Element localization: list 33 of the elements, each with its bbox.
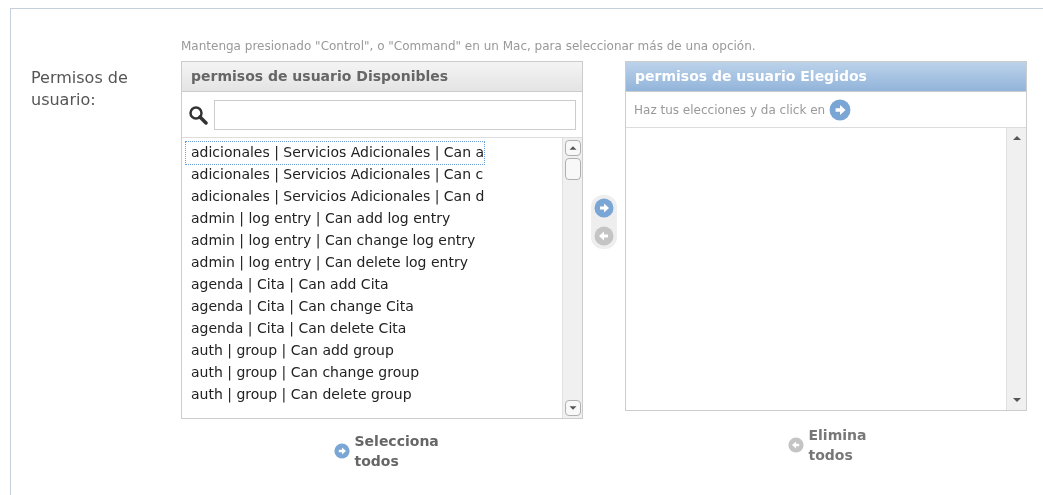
search-field[interactable] xyxy=(214,99,576,130)
help-text: Mantenga presionado "Control", o "Command" en un Mac, para seleccionar más de una opción. xyxy=(181,38,757,55)
chosen-help-text: Haz tus elecciones y da click en xyxy=(634,101,826,119)
permission-option[interactable]: adicionales | Servicios Adicionales | Can a xyxy=(186,142,485,164)
remove-button[interactable] xyxy=(594,226,614,246)
panel-title: permisos de usuario Elegidos xyxy=(626,62,1026,92)
permission-option[interactable]: auth | group | Can change group xyxy=(186,362,420,384)
permission-option[interactable]: adicionales | Servicios Adicionales | Can c xyxy=(186,164,484,186)
arrow-right-icon xyxy=(333,443,350,459)
permission-option[interactable]: agenda | Cita | Can delete Cita xyxy=(186,318,407,340)
scroll-down-icon[interactable] xyxy=(564,400,581,416)
remove-all-link[interactable]: Elimina todos xyxy=(787,425,889,465)
permission-option[interactable]: auth | group | Can delete group xyxy=(186,384,412,406)
permission-option[interactable]: agenda | Cita | Can change Cita xyxy=(186,296,414,318)
select-all-link[interactable]: Selecciona todos xyxy=(333,431,465,471)
arrow-right-icon xyxy=(829,98,852,121)
panel-title: permisos de usuario Disponibles xyxy=(182,62,582,92)
permission-option[interactable]: auth | group | Can add group xyxy=(186,340,394,362)
arrow-right-icon xyxy=(594,198,614,218)
field-label: Permisos de usuario: xyxy=(31,67,129,111)
permission-option[interactable]: agenda | Cita | Can add Cita xyxy=(186,274,389,296)
add-button[interactable] xyxy=(594,198,614,218)
search-icon xyxy=(188,104,208,125)
scroll-up-icon[interactable] xyxy=(564,140,581,156)
arrow-left-icon xyxy=(594,226,614,246)
scrollbar[interactable] xyxy=(1006,128,1026,410)
arrow-left-icon xyxy=(787,437,804,453)
scroll-thumb[interactable] xyxy=(564,158,581,180)
permission-option[interactable]: admin | log entry | Can change log entry xyxy=(186,230,476,252)
permission-option[interactable]: admin | log entry | Can delete log entry xyxy=(186,252,468,274)
permission-option[interactable]: adicionales | Servicios Adicionales | Can d xyxy=(186,186,485,208)
scrollbar[interactable] xyxy=(562,138,582,418)
permission-option[interactable]: admin | log entry | Can add log entry xyxy=(186,208,451,230)
